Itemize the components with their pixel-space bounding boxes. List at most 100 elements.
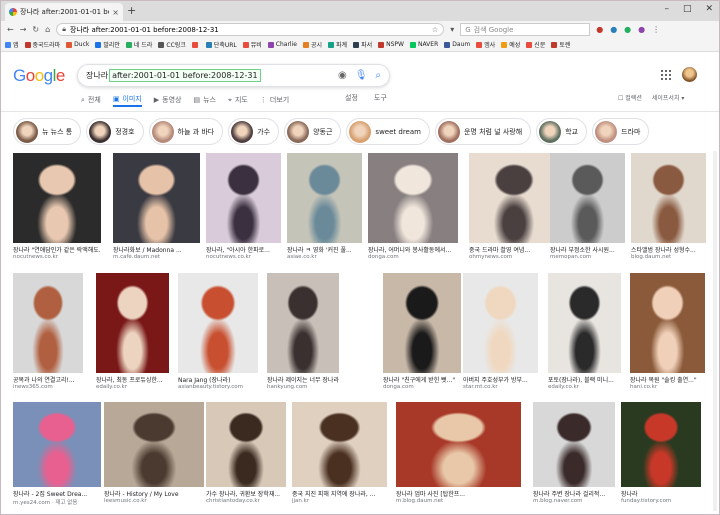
image-result[interactable]: 장나라 ㅋ 영화 '커진 풀... asiae.co.kr (287, 153, 362, 260)
image-result[interactable]: 가수 장나라, 귀환보 장학재... christiantoday.co.kr (206, 402, 286, 504)
menu-icon[interactable]: ⋮ (652, 25, 660, 34)
extension-icon[interactable]: ● (638, 25, 645, 34)
result-caption[interactable]: 장나라 (621, 489, 701, 498)
related-chip[interactable]: 정경호 (86, 118, 144, 145)
bookmark-item[interactable]: 뮤비 (242, 40, 262, 49)
search-input[interactable]: 장나라 after:2001-01-01 before:2008-12-31 ◉… (77, 64, 390, 87)
result-caption[interactable]: 장나라화보 / Madonna ... (113, 245, 200, 254)
image-result[interactable]: 장나라화보 / Madonna ... m.cafe.daum.net (113, 153, 200, 260)
bookmark-item[interactable]: 신문 (526, 40, 545, 49)
tab-5[interactable]: ⋮ 더보기 (260, 93, 289, 107)
bookmark-item[interactable]: Charlie (267, 41, 297, 48)
bookmark-item[interactable]: 발리안 (95, 40, 120, 49)
result-caption[interactable]: 장나라 엄마 사진 [탑한프... (396, 489, 521, 498)
browser-tab[interactable]: 장나라 after:2001-01-01 before × (5, 3, 123, 21)
result-caption[interactable]: 중국 드라마 촬영 여념... (469, 245, 559, 254)
related-chip[interactable]: sweet dream (346, 118, 430, 145)
bookmark-item[interactable]: Duck (66, 41, 89, 48)
result-caption[interactable]: 장나라 ㅋ 영화 '커진 풀... (287, 245, 362, 254)
result-caption[interactable]: 가수 장나라, 귀환보 장학재... (206, 489, 286, 498)
scrollbar[interactable] (713, 151, 717, 511)
bookmark-item[interactable] (191, 41, 200, 48)
image-result[interactable]: 포토(장나라), 블랙 미니... edaily.co.kr (548, 273, 621, 390)
image-result[interactable]: 장나라 - 2집 Sweet Drea... m.yes24.com · 재고 없… (13, 402, 101, 506)
related-chip[interactable]: 뉴 뉴스 통 (13, 118, 82, 145)
image-result[interactable]: 스타앨범 장나라 성형수... blog.daum.net (631, 153, 706, 260)
bookmark-item[interactable]: NAVER (409, 41, 438, 48)
image-result[interactable]: 장나라 "친구에게 받힌 뻣..." donga.com (383, 273, 461, 390)
related-chip[interactable]: 가수 (228, 118, 280, 145)
home-icon[interactable]: ⌂ (45, 25, 50, 34)
bookmark-item[interactable]: CC링크 (158, 40, 186, 49)
image-result[interactable]: 장나라, "아시아 한파로... nocutnews.co.kr (206, 153, 281, 260)
bookmark-item[interactable]: 토렌 (551, 40, 570, 49)
close-tab-icon[interactable]: × (112, 8, 119, 17)
image-result[interactable]: 장나라 "연애담인가 같은 락액해도... nocutnews.co.kr (13, 153, 101, 260)
bookmark-item[interactable]: 앱 (5, 40, 19, 49)
result-caption[interactable]: 장나라 제이지는 너무 장나라 | 한경... (267, 375, 339, 384)
related-chip[interactable]: 양동근 (284, 118, 342, 145)
image-result[interactable]: 장나라 - History / My Love leesmusic.co.kr (104, 402, 204, 504)
image-result[interactable]: 장나라 엄마 사진 [탑한프... m.blog.daum.net (396, 402, 521, 504)
browser-search-field[interactable]: G 검색 Google (460, 23, 591, 36)
tab-3[interactable]: ▤ 뉴스 (193, 93, 216, 107)
related-chip[interactable]: 하늘 과 바다 (148, 118, 224, 145)
result-caption[interactable]: 장나라 - 2집 Sweet Drea... (13, 489, 101, 498)
extension-icon[interactable]: ● (610, 25, 617, 34)
search-icon[interactable]: ⌕ (375, 70, 381, 81)
image-result[interactable]: 장나라 부정소한 사시원... memopan.com (550, 153, 625, 260)
related-chip[interactable]: 운명 처럼 널 사랑해 (434, 118, 532, 145)
result-caption[interactable]: 중국 지진 피해 지역에 장나라, ... (292, 489, 387, 498)
close-window-button[interactable]: ✕ (705, 4, 713, 14)
safesearch-link[interactable]: 세이프서치 ▾ (652, 93, 685, 102)
bookmark-item[interactable]: 예성 (501, 40, 520, 49)
image-result[interactable]: 장나라, 어머니와 봉사활동에서... donga.com (368, 153, 458, 260)
image-result[interactable]: 장나라 funday.tistory.com (621, 402, 701, 504)
result-caption[interactable]: 장나라 - History / My Love (104, 489, 204, 498)
dropdown-icon[interactable]: ▾ (450, 25, 454, 34)
result-caption[interactable]: 장나라 부정소한 사시원... (550, 245, 625, 254)
related-chip[interactable]: 드라마 (592, 118, 650, 145)
camera-icon[interactable]: ◉ (338, 70, 347, 81)
bookmark-item[interactable]: 중국드라마 (24, 40, 60, 49)
bookmark-item[interactable]: 파서 (353, 40, 372, 49)
extension-icon[interactable]: ● (624, 25, 631, 34)
image-result[interactable]: 중국 지진 피해 지역에 장나라, ... jjan.kr (292, 402, 387, 504)
result-caption[interactable]: 장나라 주변 장나라 걸리적... (533, 489, 615, 498)
apps-grid-icon[interactable] (661, 70, 671, 80)
settings-link[interactable]: 설정 (345, 93, 358, 103)
extension-icon[interactable]: ● (596, 25, 603, 34)
image-result[interactable]: 장나라 복원 "솔킹 출연..." hani.co.kr (630, 273, 705, 390)
microphone-icon[interactable]: 🎙︎ (355, 70, 368, 81)
image-result[interactable]: 장나라, 최동 프로듀싱한... edaily.co.kr (96, 273, 169, 390)
result-caption[interactable]: Nara Jang (장나라) (178, 375, 258, 384)
new-tab-button[interactable]: + (127, 4, 136, 17)
bookmark-item[interactable]: 파계 (328, 40, 347, 49)
collections-link[interactable]: ☐ 컬렉션 (618, 93, 642, 102)
image-result[interactable]: Nara Jang (장나라) asianbeauty.tistory.com (178, 273, 258, 390)
tab-1[interactable]: ▣ 이미지 (112, 93, 142, 107)
bookmark-item[interactable]: 공시 (302, 40, 322, 49)
minimize-button[interactable]: – (664, 4, 669, 14)
image-result[interactable]: 장나라 제이지는 너무 장나라 | 한경...hankyung.com (267, 273, 339, 390)
related-chip[interactable]: 학교 (536, 118, 588, 145)
result-caption[interactable]: 아버지 주호성부가 방부... (463, 375, 538, 384)
back-icon[interactable]: ← (7, 25, 14, 34)
result-caption[interactable]: 포토(장나라), 블랙 미니... (548, 375, 621, 384)
result-caption[interactable]: 장나라 "친구에게 받힌 뻣..." (383, 375, 461, 384)
result-caption[interactable]: 장나라, "아시아 한파로... (206, 245, 281, 254)
result-caption[interactable]: 장나라 복원 "솔킹 출연..." (630, 375, 705, 384)
result-caption[interactable]: 스타앨범 장나라 성형수... (631, 245, 706, 254)
bookmark-item[interactable]: 단축URL (205, 40, 237, 49)
reload-icon[interactable]: ↻ (32, 25, 39, 34)
avatar[interactable] (682, 67, 697, 82)
tab-4[interactable]: ⌖ 지도 (228, 93, 248, 107)
result-caption[interactable]: 장나라, 어머니와 봉사활동에서... (368, 245, 458, 254)
tools-link[interactable]: 도구 (374, 93, 387, 103)
image-result[interactable]: 중국 드라마 촬영 여념... ohmynews.com (469, 153, 559, 260)
bookmark-item[interactable]: 엠사 (476, 40, 495, 49)
result-caption[interactable]: 장나라, 최동 프로듀싱한... (96, 375, 169, 384)
tab-0[interactable]: ⌕ 전체 (81, 93, 101, 107)
image-result[interactable]: 장나라 주변 장나라 걸리적... m.blog.naver.com (533, 402, 615, 504)
forward-icon[interactable]: → (20, 25, 27, 34)
